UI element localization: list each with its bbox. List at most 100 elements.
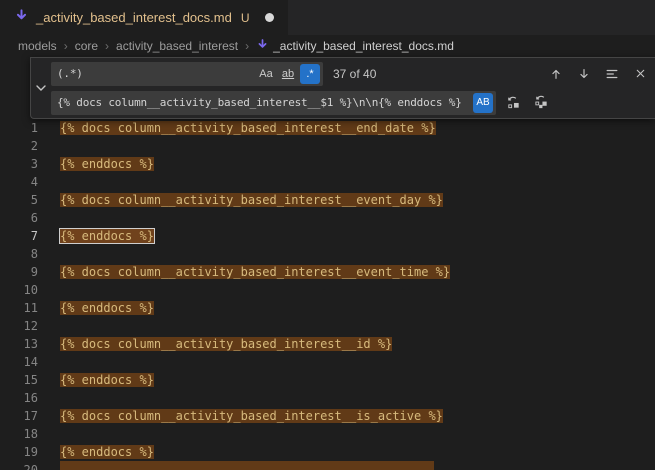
find-match-highlight: {% enddocs %} — [60, 373, 154, 387]
line-text: {% enddocs %} — [60, 227, 154, 245]
code-line[interactable]: 5 {% docs column__activity_based_interest… — [0, 191, 655, 209]
line-text: {% enddocs %} — [60, 443, 154, 461]
find-match-highlight: {% docs column__activity_based_interest_… — [60, 409, 443, 423]
code-line[interactable]: 13{% docs column__activity_based_interes… — [0, 335, 655, 353]
line-number[interactable]: 15 — [0, 371, 38, 389]
line-text: {% docs column__activity_based_interest_… — [60, 191, 443, 209]
line-number[interactable]: 6 — [0, 209, 38, 227]
code-line[interactable]: 16 — [0, 389, 655, 407]
line-number[interactable]: 9 — [0, 263, 38, 281]
code-line[interactable]: 7 {% enddocs %} — [0, 227, 655, 245]
line-text: {% docs column__activity_based_interest_… — [60, 263, 450, 281]
replace-all-icon — [534, 95, 549, 110]
code-line[interactable]: 9 {% docs column__activity_based_interest… — [0, 263, 655, 281]
replace-icon — [506, 95, 521, 110]
breadcrumb-item-models[interactable]: models — [18, 39, 57, 53]
close-icon — [634, 67, 647, 80]
code-line[interactable]: 20 — [0, 461, 655, 470]
code-line[interactable]: 8 — [0, 245, 655, 263]
find-query-text[interactable]: (.*) — [57, 67, 254, 80]
line-number[interactable]: 5 — [0, 191, 38, 209]
line-number[interactable]: 17 — [0, 407, 38, 425]
line-number[interactable]: 8 — [0, 245, 38, 263]
chevron-down-icon — [35, 82, 47, 94]
tab-bar: _activity_based_interest_docs.md U — [0, 0, 655, 35]
code-line[interactable]: 11 {% enddocs %} — [0, 299, 655, 317]
line-number[interactable]: 1 — [0, 119, 38, 137]
match-case-toggle[interactable]: Aa — [256, 64, 276, 84]
preserve-case-toggle[interactable]: AB — [473, 93, 493, 113]
find-match-highlight: {% enddocs %} — [60, 301, 154, 315]
arrow-down-icon — [577, 67, 591, 81]
selection-lines-icon — [605, 67, 619, 81]
breadcrumb-file-label: _activity_based_interest_docs.md — [273, 39, 454, 53]
close-find-button[interactable] — [629, 63, 651, 85]
code-line[interactable]: 14 — [0, 353, 655, 371]
line-number[interactable]: 12 — [0, 317, 38, 335]
line-number[interactable]: 18 — [0, 425, 38, 443]
line-number[interactable]: 3 — [0, 155, 38, 173]
line-number[interactable]: 13 — [0, 335, 38, 353]
toggle-replace-button[interactable] — [31, 61, 51, 115]
find-row: (.*) Aa ab .* 37 of 40 — [51, 61, 651, 86]
code-line[interactable]: 10 — [0, 281, 655, 299]
code-line[interactable]: 18 — [0, 425, 655, 443]
markdown-file-icon — [14, 8, 29, 28]
line-number[interactable]: 2 — [0, 137, 38, 155]
line-text: {% docs column__activity_based_interest_… — [60, 407, 443, 425]
whole-word-toggle[interactable]: ab — [278, 64, 298, 84]
chevron-right-icon: › — [245, 39, 249, 53]
replace-all-button[interactable] — [530, 92, 552, 114]
match-count: 37 of 40 — [333, 67, 376, 81]
line-number[interactable]: 20 — [0, 461, 38, 470]
line-number[interactable]: 16 — [0, 389, 38, 407]
arrow-up-icon — [549, 67, 563, 81]
find-match-highlight: {% enddocs %} — [60, 157, 154, 171]
line-text: {% docs column__activity_based_interest_… — [60, 119, 436, 137]
editor-tab[interactable]: _activity_based_interest_docs.md U — [0, 0, 288, 35]
code-line[interactable]: 12 — [0, 317, 655, 335]
code-line[interactable]: 17 {% docs column__activity_based_interes… — [0, 407, 655, 425]
replace-value-text[interactable]: {% docs column__activity_based_interest_… — [57, 96, 471, 109]
line-number[interactable]: 10 — [0, 281, 38, 299]
code-line[interactable]: 6 — [0, 209, 655, 227]
code-line[interactable]: 3 {% enddocs %} — [0, 155, 655, 173]
line-number[interactable]: 19 — [0, 443, 38, 461]
replace-input[interactable]: {% docs column__activity_based_interest_… — [51, 91, 496, 115]
next-match-button[interactable] — [573, 63, 595, 85]
code-line[interactable]: 4 — [0, 173, 655, 191]
breadcrumb: models › core › activity_based_interest … — [0, 35, 655, 57]
find-match-highlight: {% enddocs %} — [60, 229, 154, 243]
find-match-highlight: {% docs column__activity_based_interest_… — [60, 121, 436, 135]
line-text — [60, 461, 434, 470]
breadcrumb-item-folder[interactable]: activity_based_interest — [116, 39, 238, 53]
code-line[interactable]: 2 — [0, 137, 655, 155]
chevron-right-icon: › — [64, 39, 68, 53]
find-match-highlight: {% enddocs %} — [60, 445, 154, 459]
markdown-file-icon — [256, 38, 269, 54]
replace-button[interactable] — [502, 92, 524, 114]
git-status-badge: U — [241, 11, 250, 25]
chevron-right-icon: › — [105, 39, 109, 53]
tab-title: _activity_based_interest_docs.md — [36, 10, 232, 25]
breadcrumb-item-file[interactable]: _activity_based_interest_docs.md — [256, 38, 454, 54]
replace-row: {% docs column__activity_based_interest_… — [51, 90, 651, 115]
line-number[interactable]: 11 — [0, 299, 38, 317]
find-match-highlight: {% docs column__activity_based_interest_… — [60, 193, 443, 207]
find-match-highlight — [60, 461, 434, 470]
unsaved-changes-dot[interactable] — [265, 13, 274, 22]
line-text: {% enddocs %} — [60, 299, 154, 317]
line-number[interactable]: 4 — [0, 173, 38, 191]
find-input[interactable]: (.*) Aa ab .* — [51, 62, 323, 86]
breadcrumb-item-core[interactable]: core — [75, 39, 98, 53]
previous-match-button[interactable] — [545, 63, 567, 85]
regex-toggle[interactable]: .* — [300, 64, 320, 84]
find-in-selection-button[interactable] — [601, 63, 623, 85]
code-line[interactable]: 1 {% docs column__activity_based_interest… — [0, 119, 655, 137]
code-line[interactable]: 15 {% enddocs %} — [0, 371, 655, 389]
line-text: {% enddocs %} — [60, 155, 154, 173]
line-number[interactable]: 14 — [0, 353, 38, 371]
code-line[interactable]: 19 {% enddocs %} — [0, 443, 655, 461]
line-text: {% enddocs %} — [60, 371, 154, 389]
line-number[interactable]: 7 — [0, 227, 38, 245]
